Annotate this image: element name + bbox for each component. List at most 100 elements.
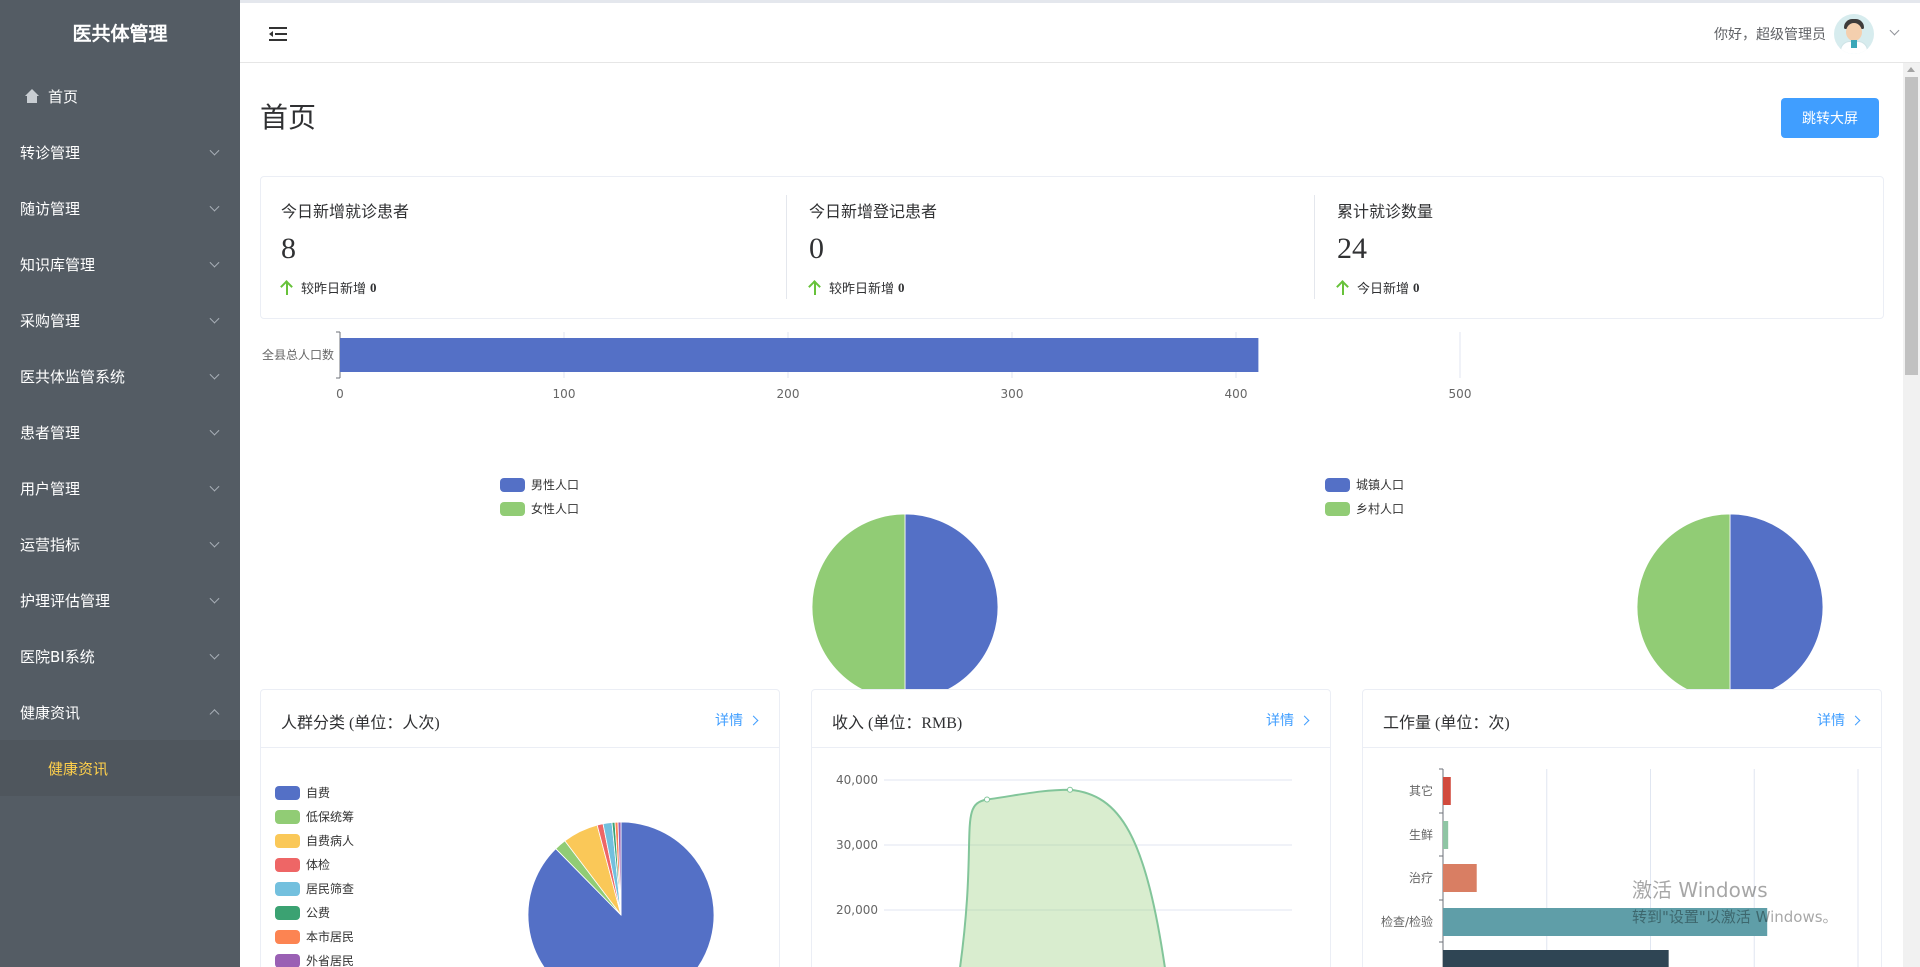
arrow-up-icon bbox=[809, 281, 821, 295]
stat-label: 今日新增就诊患者 bbox=[281, 204, 410, 221]
panel-title: 人群分类 (单位：人次) bbox=[281, 715, 440, 732]
stat-change-value: 0 bbox=[370, 279, 377, 295]
pie-slice-urban-b bbox=[1636, 513, 1731, 701]
sidebar-item-bi[interactable]: 医院BI系统 bbox=[0, 628, 240, 684]
main-content: 首页 跳转大屏 今日新增就诊患者 8 较昨日新增 0 今日新增登记患者 0 较昨日… bbox=[240, 64, 1903, 967]
chevron-right-icon bbox=[1299, 715, 1310, 726]
crowd-legend-label: 本市居民 bbox=[306, 929, 354, 944]
sidebar-item-label: 医共体监管系统 bbox=[20, 367, 126, 386]
x-tick-label: 400 bbox=[1225, 387, 1248, 401]
crowd-legend-swatch bbox=[275, 954, 300, 967]
arrow-up-icon bbox=[281, 281, 293, 295]
x-tick-label: 300 bbox=[1001, 387, 1024, 401]
income-point bbox=[1067, 786, 1073, 793]
income-area-fill bbox=[960, 789, 1165, 967]
chevron-down-icon bbox=[209, 313, 220, 324]
scrollbar-thumb[interactable] bbox=[1905, 77, 1918, 375]
detail-link-label: 详情 bbox=[1266, 713, 1294, 729]
sidebar-item-label: 知识库管理 bbox=[20, 255, 96, 274]
y-tick-label: 30,000 bbox=[836, 838, 878, 852]
workload-bar bbox=[1443, 864, 1477, 892]
crowd-legend-label: 居民筛查 bbox=[306, 881, 354, 896]
sidebar-subitem-health-news[interactable]: 健康资讯 bbox=[0, 740, 240, 796]
sidebar-item-label: 用户管理 bbox=[20, 479, 81, 498]
detail-link[interactable]: 详情 bbox=[1266, 710, 1310, 730]
chevron-down-icon bbox=[209, 369, 220, 380]
chevron-down-icon[interactable] bbox=[1889, 25, 1900, 36]
stat-change-label: 今日新增 bbox=[1357, 281, 1410, 296]
sidebar-item-patients[interactable]: 患者管理 bbox=[0, 404, 240, 460]
detail-link-label: 详情 bbox=[1817, 713, 1845, 729]
sidebar-item-health-news[interactable]: 健康资讯 bbox=[0, 684, 240, 740]
sidebar-item-label: 首页 bbox=[48, 87, 79, 106]
crowd-legend-swatch bbox=[275, 930, 300, 944]
chevron-down-icon bbox=[209, 201, 220, 212]
workload-bar bbox=[1443, 777, 1451, 805]
y-category-label: 生鲜 bbox=[1409, 828, 1433, 842]
sidebar-item-label: 护理评估管理 bbox=[20, 591, 111, 610]
sidebar-item-supervision[interactable]: 医共体监管系统 bbox=[0, 348, 240, 404]
scroll-up-icon[interactable] bbox=[1907, 67, 1915, 72]
crowd-legend-label: 公费 bbox=[306, 906, 330, 920]
urban-legend-label: 乡村人口 bbox=[1356, 502, 1404, 516]
user-greeting: 你好，超级管理员 bbox=[1714, 27, 1826, 43]
sidebar-item-followup[interactable]: 随访管理 bbox=[0, 180, 240, 236]
stat-change-value: 0 bbox=[1413, 279, 1420, 295]
detail-link[interactable]: 详情 bbox=[715, 710, 759, 730]
urban-legend-label: 城镇人口 bbox=[1356, 478, 1404, 492]
y-tick-label: 40,000 bbox=[836, 773, 878, 787]
big-screen-button[interactable]: 跳转大屏 bbox=[1781, 98, 1879, 138]
crowd-legend-label: 体检 bbox=[306, 857, 330, 872]
crowd-legend-swatch bbox=[275, 906, 300, 920]
crowd-legend-label: 自费病人 bbox=[306, 833, 354, 848]
menu-fold-icon[interactable] bbox=[269, 27, 287, 41]
x-tick-label: 500 bbox=[1449, 387, 1472, 401]
urban-rural-pie-chart: 城镇人口乡村人口 bbox=[1325, 478, 1824, 701]
panel-title: 收入 (单位：RMB) bbox=[832, 715, 963, 732]
sidebar-item-operations[interactable]: 运营指标 bbox=[0, 516, 240, 572]
chevron-down-icon bbox=[209, 593, 220, 604]
workload-bar bbox=[1443, 950, 1669, 967]
y-tick-label: 20,000 bbox=[836, 903, 878, 917]
stat-label: 累计就诊数量 bbox=[1337, 204, 1434, 221]
sidebar-item-label: 随访管理 bbox=[20, 199, 81, 218]
sidebar-item-users[interactable]: 用户管理 bbox=[0, 460, 240, 516]
stat-change-label: 较昨日新增 bbox=[301, 281, 367, 296]
stat-change: 较昨日新增 0 bbox=[281, 278, 786, 297]
sidebar-item-purchase[interactable]: 采购管理 bbox=[0, 292, 240, 348]
crowd-legend-swatch bbox=[275, 858, 300, 872]
crowd-legend-label: 自费 bbox=[306, 786, 330, 800]
income-point bbox=[984, 796, 990, 803]
sidebar-item-referral[interactable]: 转诊管理 bbox=[0, 124, 240, 180]
detail-link[interactable]: 详情 bbox=[1817, 710, 1861, 730]
vertical-scrollbar[interactable] bbox=[1903, 63, 1920, 967]
crowd-legend-swatch bbox=[275, 810, 300, 824]
chevron-down-icon bbox=[209, 145, 220, 156]
sidebar-item-knowledge[interactable]: 知识库管理 bbox=[0, 236, 240, 292]
top-header: 你好，超级管理员 bbox=[240, 3, 1920, 63]
y-category-label: 全县总人口数 bbox=[262, 347, 334, 362]
x-tick-label: 0 bbox=[336, 387, 344, 401]
urban-legend-swatch bbox=[1325, 478, 1350, 492]
avatar[interactable] bbox=[1834, 14, 1874, 54]
sidebar: 医共体管理 首页 转诊管理 随访管理 知识库管理 采购管理 医共体监管系统 患者… bbox=[0, 0, 240, 967]
stat-value: 0 bbox=[809, 232, 824, 265]
sidebar-item-home[interactable]: 首页 bbox=[0, 68, 240, 124]
sidebar-item-label: 患者管理 bbox=[20, 423, 81, 442]
stat-value: 8 bbox=[281, 232, 296, 265]
stat-label: 今日新增登记患者 bbox=[809, 204, 938, 221]
chevron-right-icon bbox=[1850, 715, 1861, 726]
sidebar-item-label: 转诊管理 bbox=[20, 143, 81, 162]
sidebar-subitem-label: 健康资讯 bbox=[48, 759, 109, 778]
sidebar-item-nursing[interactable]: 护理评估管理 bbox=[0, 572, 240, 628]
pie-slice-gender-a bbox=[904, 513, 999, 701]
panel-header: 收入 (单位：RMB) 详情 bbox=[812, 690, 1330, 748]
app-title: 医共体管理 bbox=[72, 23, 168, 45]
crowd-legend-label: 低保统筹 bbox=[306, 810, 354, 824]
sidebar-item-label: 健康资讯 bbox=[20, 703, 81, 722]
bar-total-population bbox=[340, 338, 1259, 372]
chevron-down-icon bbox=[209, 537, 220, 548]
panel-header: 人群分类 (单位：人次) 详情 bbox=[261, 690, 779, 748]
chevron-down-icon bbox=[209, 425, 220, 436]
stat-total-visits: 累计就诊数量 24 今日新增 0 bbox=[1317, 195, 1843, 299]
